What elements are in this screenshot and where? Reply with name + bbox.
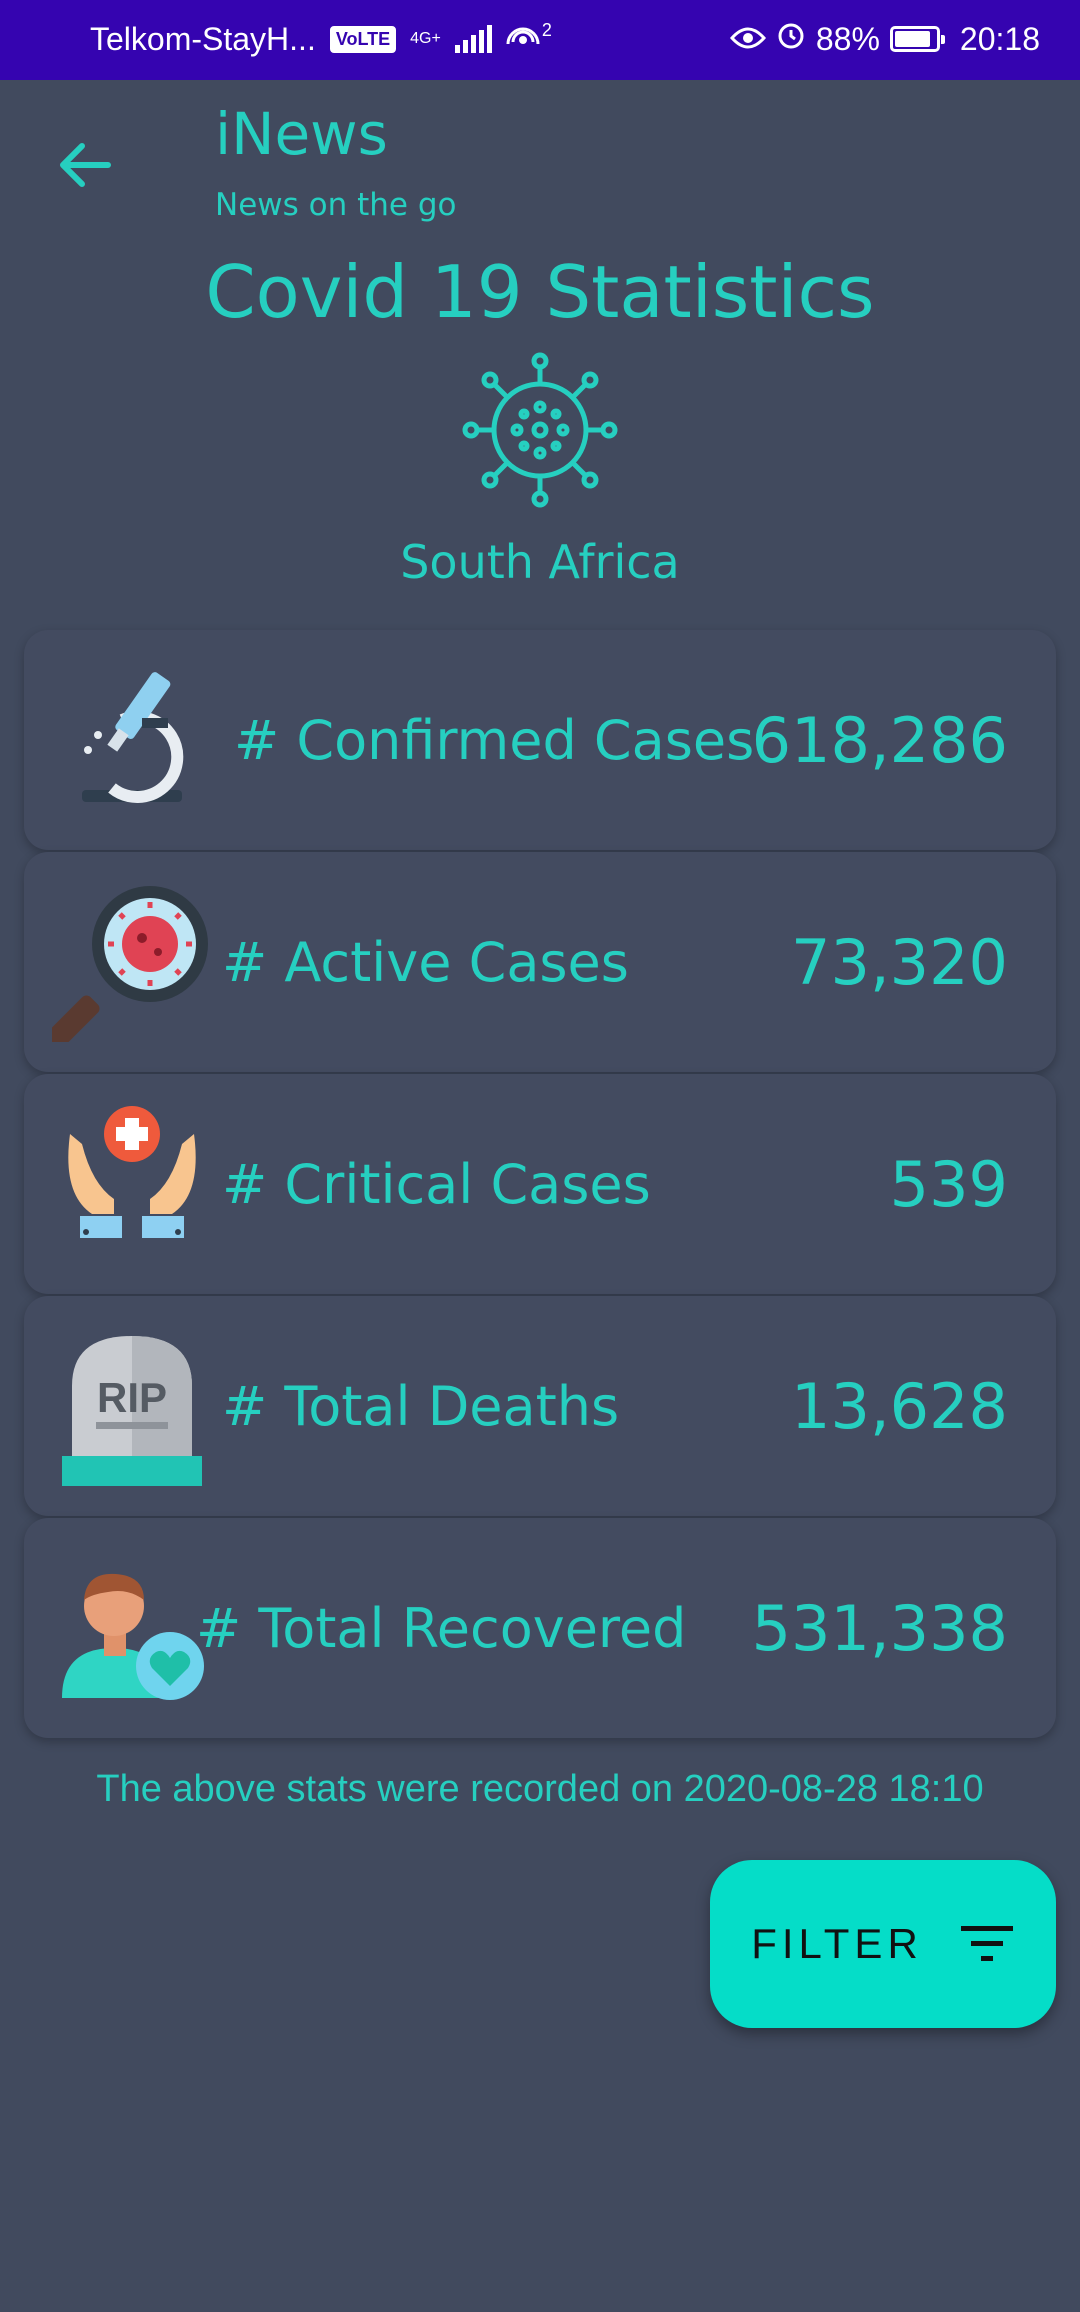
stat-label: # Total Deaths bbox=[222, 1374, 620, 1438]
arrow-left-icon bbox=[60, 143, 111, 187]
filter-button[interactable]: FILTER bbox=[710, 1860, 1056, 2028]
virus-icon bbox=[462, 352, 618, 508]
alarm-icon bbox=[776, 20, 806, 58]
eye-comfort-icon bbox=[729, 21, 766, 58]
volte-badge: VoLTE bbox=[329, 25, 397, 53]
stat-value: 531,338 bbox=[751, 1591, 1008, 1665]
stat-card-recovered: # Total Recovered 531,338 bbox=[24, 1518, 1056, 1738]
stat-card-deaths: RIP # Total Deaths 13,628 bbox=[24, 1296, 1056, 1516]
stat-card-critical: # Critical Cases 539 bbox=[24, 1074, 1056, 1294]
stat-value: 539 bbox=[889, 1147, 1008, 1221]
status-right: 88% 20:18 bbox=[729, 20, 1040, 58]
virus-magnifier-icon bbox=[52, 886, 208, 1042]
stat-label: # Total Recovered bbox=[196, 1596, 687, 1660]
stat-label: # Confirmed Cases bbox=[234, 708, 755, 772]
carrier-name: Telkom-StayH... bbox=[90, 20, 316, 57]
battery-percent: 88% bbox=[815, 20, 880, 57]
stat-value: 618,286 bbox=[751, 703, 1008, 777]
hotspot-count: 2 bbox=[541, 19, 552, 40]
back-button[interactable] bbox=[50, 130, 120, 200]
status-bar: Telkom-StayH... VoLTE 4G+ 2 88% 20:18 bbox=[0, 0, 1080, 80]
stat-card-active: # Active Cases 73,320 bbox=[24, 852, 1056, 1072]
app-subtitle: News on the go bbox=[215, 187, 457, 223]
filter-icon bbox=[960, 1926, 1013, 1961]
svg-text:RIP: RIP bbox=[97, 1374, 167, 1421]
recovered-person-icon bbox=[62, 1573, 204, 1700]
filter-button-label: FILTER bbox=[751, 1920, 923, 1967]
stat-value: 73,320 bbox=[791, 925, 1008, 999]
stat-value: 13,628 bbox=[791, 1369, 1008, 1443]
clock: 20:18 bbox=[959, 20, 1040, 57]
battery-icon bbox=[889, 26, 945, 52]
care-hands-icon bbox=[68, 1106, 196, 1238]
stat-card-confirmed: # Confirmed Cases 618,286 bbox=[24, 630, 1056, 850]
stat-label: # Active Cases bbox=[222, 930, 629, 994]
app-title: iNews bbox=[215, 100, 388, 168]
status-left: Telkom-StayH... VoLTE 4G+ 2 bbox=[90, 20, 552, 58]
hotspot-icon bbox=[506, 20, 540, 58]
country-name: South Africa bbox=[400, 535, 680, 589]
network-type: 4G+ bbox=[410, 30, 441, 47]
microscope-icon bbox=[82, 672, 184, 803]
recorded-timestamp: The above stats were recorded on 2020-08… bbox=[96, 1768, 984, 1810]
page-title: Covid 19 Statistics bbox=[205, 250, 875, 334]
tombstone-icon: RIP bbox=[62, 1336, 202, 1486]
signal-icon bbox=[454, 25, 492, 53]
stat-label: # Critical Cases bbox=[222, 1152, 651, 1216]
